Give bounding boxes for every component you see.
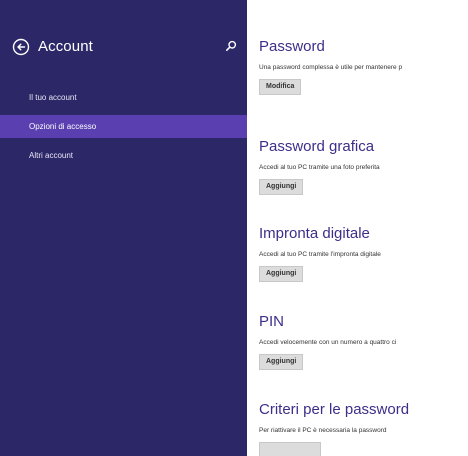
section-title: Impronta digitale xyxy=(259,225,370,242)
modifica-password-button[interactable]: Modifica xyxy=(259,79,302,95)
main-content: Password Una password complessa è utile … xyxy=(247,0,468,456)
sidebar-item-label: Il tuo account xyxy=(29,93,77,102)
sidebar-item-il-tuo-account[interactable]: Il tuo account xyxy=(0,86,247,109)
sidebar-item-label: Opzioni di accesso xyxy=(29,122,97,131)
settings-window: Account Il tuo account Opzioni di access… xyxy=(0,0,468,456)
back-arrow-circle-icon xyxy=(12,38,30,56)
criteri-password-dropdown[interactable] xyxy=(259,442,321,456)
sidebar-item-opzioni-di-accesso[interactable]: Opzioni di accesso xyxy=(0,115,247,138)
section-criteri-password: Criteri per le password Per riattivare i… xyxy=(259,401,468,456)
sidebar-item-label: Altri account xyxy=(29,151,74,160)
aggiungi-pin-button[interactable]: Aggiungi xyxy=(259,354,304,370)
section-description: Una password complessa è utile per mante… xyxy=(259,64,403,71)
section-description: Per riattivare il PC è necessaria la pas… xyxy=(259,427,387,434)
search-icon xyxy=(226,40,237,51)
section-password-grafica: Password grafica Accedi al tuo PC tramit… xyxy=(259,138,468,195)
aggiungi-impronta-button[interactable]: Aggiungi xyxy=(259,266,304,282)
sidebar-header: Account xyxy=(12,38,237,62)
section-pin: PIN Accedi velocemente con un numero a q… xyxy=(259,313,468,370)
sidebar-title: Account xyxy=(38,38,93,55)
section-description: Accedi al tuo PC tramite una foto prefer… xyxy=(259,164,380,171)
section-impronta-digitale: Impronta digitale Accedi al tuo PC trami… xyxy=(259,225,468,282)
section-title: Password xyxy=(259,38,325,55)
section-title: PIN xyxy=(259,313,285,330)
search-button[interactable] xyxy=(224,39,238,53)
section-title: Password grafica xyxy=(259,138,375,155)
section-description: Accedi al tuo PC tramite l'impronta digi… xyxy=(259,251,381,258)
sidebar-nav: Il tuo account Opzioni di accesso Altri … xyxy=(0,86,247,173)
aggiungi-password-grafica-button[interactable]: Aggiungi xyxy=(259,179,304,195)
section-title: Criteri per le password xyxy=(259,401,410,418)
section-description: Accedi velocemente con un numero a quatt… xyxy=(259,339,397,346)
sidebar-item-altri-account[interactable]: Altri account xyxy=(0,144,247,167)
back-button[interactable] xyxy=(12,38,30,56)
sidebar: Account Il tuo account Opzioni di access… xyxy=(0,0,247,456)
section-password: Password Una password complessa è utile … xyxy=(259,38,468,95)
